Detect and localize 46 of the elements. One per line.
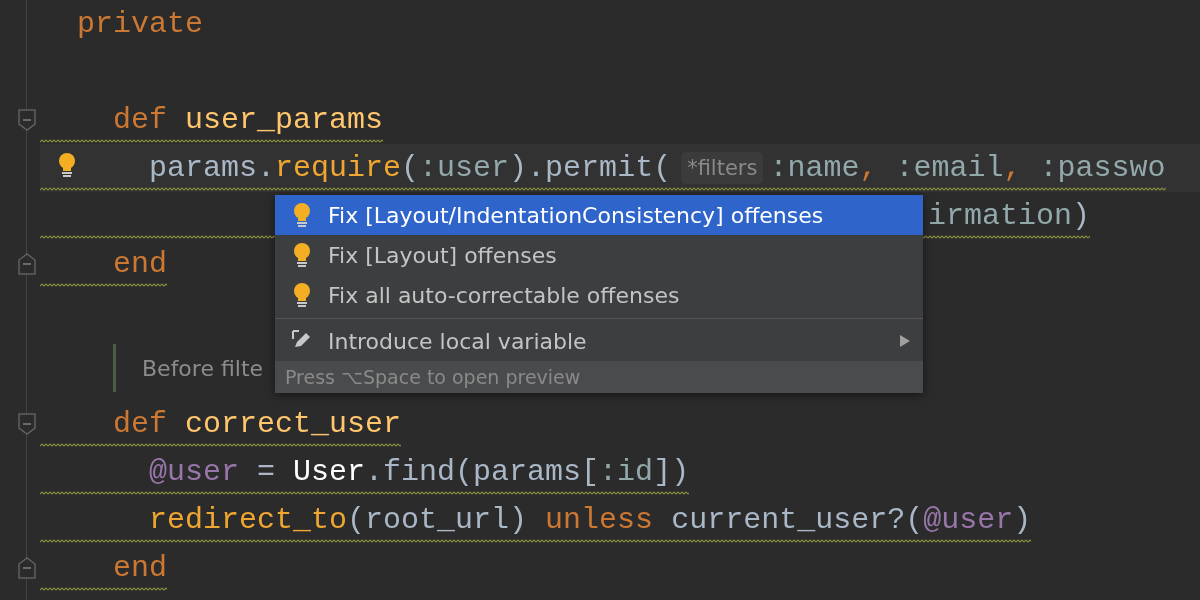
code-token: require	[275, 151, 402, 185]
code-token: :id	[599, 455, 654, 489]
code-token: :name	[769, 151, 860, 185]
code-token: current_user?(	[670, 503, 924, 537]
fold-end-marker-icon[interactable]	[18, 557, 36, 579]
code-token: :email	[895, 151, 1004, 185]
code-token: private	[77, 7, 204, 41]
parameter-hint: *filters	[681, 152, 764, 184]
lightbulb-icon	[291, 242, 313, 268]
code-token: ])	[653, 455, 690, 489]
code-token: user_params	[185, 103, 384, 137]
code-token: end	[112, 551, 167, 585]
code-token: :user	[419, 151, 510, 185]
code-token: def	[112, 103, 168, 137]
code-token: correct_user	[185, 407, 402, 441]
lightbulb-icon	[291, 282, 313, 308]
popup-footer-hint: Press ⌥Space to open preview	[275, 361, 923, 393]
code-token: )	[1072, 199, 1091, 233]
code-token: )	[1013, 503, 1032, 537]
lightbulb-icon[interactable]	[56, 152, 78, 178]
code-token: end	[112, 247, 167, 281]
code-token: ).permit(	[509, 151, 672, 185]
code-token: :passwo	[1039, 151, 1166, 185]
code-token: (root_url)	[347, 503, 529, 537]
fold-marker-icon[interactable]	[18, 413, 36, 435]
code-token: @user	[148, 455, 240, 489]
lightbulb-icon	[291, 202, 313, 228]
code-token: ,	[1003, 151, 1023, 185]
code-token: unless	[545, 503, 654, 537]
code-token: ,	[859, 151, 879, 185]
code-token: params.	[148, 151, 276, 185]
menu-item[interactable]: Fix [Layout/IndentationConsistency] offenses	[275, 195, 923, 235]
code-token: =	[256, 455, 277, 489]
code-token: irmation	[928, 199, 1073, 233]
code-token: @user	[923, 503, 1014, 537]
code-token: .find(params[	[365, 455, 600, 489]
doc-comment: Before filte	[113, 344, 264, 392]
menu-item[interactable]: Fix all auto-correctable offenses	[275, 275, 923, 315]
fold-end-marker-icon[interactable]	[18, 253, 36, 275]
code-token: def	[112, 407, 168, 441]
menu-item[interactable]: Fix [Layout] offenses	[275, 235, 923, 275]
fold-marker-icon[interactable]	[18, 109, 36, 131]
code-token: User	[293, 455, 366, 489]
menu-item[interactable]: Introduce local variable	[275, 321, 923, 361]
code-token: (	[401, 151, 420, 185]
code-token: redirect_to	[148, 503, 348, 537]
